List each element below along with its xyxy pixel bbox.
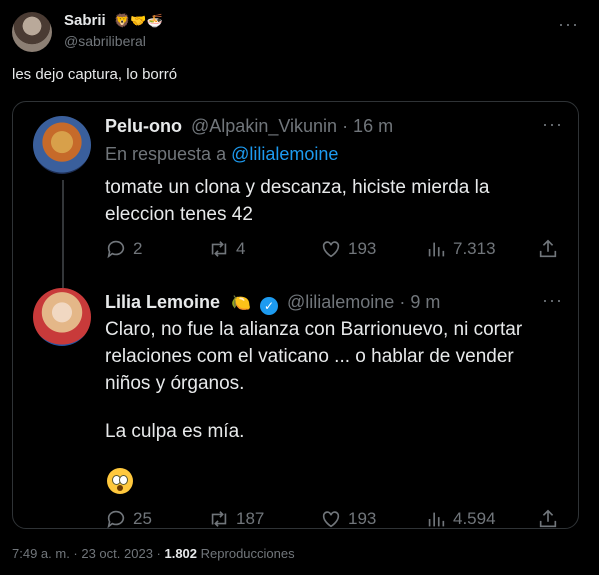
original-body-1: Claro, no fue la alianza con Barrionuevo… — [105, 319, 523, 394]
rolling-eyes-icon — [107, 468, 547, 502]
reply-author-handle[interactable]: @Alpakin_Vikunin — [191, 116, 337, 136]
author-name[interactable]: Sabrii — [64, 12, 106, 29]
retweet-icon — [211, 511, 227, 527]
views-total: 1.802 — [164, 546, 198, 561]
original-body-2: La culpa es mía. — [105, 421, 245, 442]
author-block: Sabrii 🦁🤝🍜 @sabriliberal — [64, 12, 163, 49]
reply-icon — [107, 240, 125, 259]
like-button[interactable]: 193 — [320, 238, 376, 260]
reply-prefix: En respuesta a — [105, 144, 227, 164]
like-icon — [322, 511, 340, 528]
reply-body: tomate un clona y descanza, hiciste mier… — [105, 177, 490, 225]
more-icon[interactable]: ··· — [542, 114, 563, 135]
timestamp[interactable]: 7:49 a. m. · 23 oct. 2023 · — [12, 546, 161, 561]
avatar[interactable] — [12, 12, 52, 52]
views-button[interactable]: 4.594 — [425, 508, 496, 530]
reply-time: · 16 m — [342, 116, 394, 136]
reply-button[interactable]: 2 — [105, 238, 142, 260]
like-count: 193 — [348, 239, 377, 258]
views-icon — [428, 512, 445, 527]
more-icon[interactable]: ··· — [558, 14, 579, 35]
avatar[interactable] — [33, 116, 91, 174]
verified-icon: ✓ — [259, 297, 278, 315]
tweet-footer: 7:49 a. m. · 23 oct. 2023 · 1.802 Reprod… — [12, 546, 295, 561]
original-author-name[interactable]: Lilia Lemoine — [105, 292, 220, 312]
author-handle[interactable]: @sabriliberal — [64, 33, 163, 49]
like-button[interactable]: 193 — [320, 508, 376, 530]
retweet-count: 4 — [236, 239, 246, 258]
retweet-icon — [211, 241, 227, 257]
like-icon — [322, 241, 340, 258]
views-icon — [428, 242, 445, 257]
views-count: 4.594 — [453, 509, 496, 528]
share-button[interactable] — [537, 238, 559, 260]
reply-author-name[interactable]: Pelu-ono — [105, 116, 182, 136]
share-icon — [539, 509, 557, 528]
reply-header: Pelu-ono @Alpakin_Vikunin · 16 m — [105, 116, 393, 137]
original-header: Lilia Lemoine 🍋 ✓ @lilialemoine · 9 m — [105, 292, 440, 315]
reply-context: En respuesta a @lilialemoine — [105, 144, 338, 165]
tweet-text: les dejo captura, lo borró — [12, 66, 178, 83]
reply-count: 2 — [133, 239, 143, 258]
reply-button[interactable]: 25 — [105, 508, 152, 530]
retweet-count: 187 — [236, 509, 265, 528]
retweet-button[interactable]: 4 — [208, 238, 245, 260]
avatar[interactable] — [33, 288, 91, 346]
views-count: 7.313 — [453, 239, 496, 258]
original-actions: 25 187 193 4.594 — [105, 508, 557, 532]
views-label: Reproducciones — [200, 546, 295, 561]
share-icon — [539, 239, 557, 258]
like-count: 193 — [348, 509, 377, 528]
reply-tweet[interactable]: Pelu-ono @Alpakin_Vikunin · 16 m ··· En … — [33, 112, 563, 262]
tweet-header: Sabrii 🦁🤝🍜 @sabriliberal ··· — [12, 10, 587, 54]
reply-actions: 2 4 193 7.313 — [105, 238, 557, 262]
views-button[interactable]: 7.313 — [425, 238, 496, 260]
retweet-button[interactable]: 187 — [208, 508, 264, 530]
name-emoji: 🍋 — [231, 295, 251, 312]
author-emojis: 🦁🤝🍜 — [114, 13, 163, 28]
original-author-handle[interactable]: @lilialemoine — [287, 292, 394, 312]
quoted-thread[interactable]: Pelu-ono @Alpakin_Vikunin · 16 m ··· En … — [12, 101, 579, 529]
reply-count: 25 — [133, 509, 152, 528]
more-icon[interactable]: ··· — [542, 290, 563, 311]
original-time: · 9 m — [399, 292, 441, 312]
reply-icon — [107, 510, 125, 529]
original-tweet[interactable]: Lilia Lemoine 🍋 ✓ @lilialemoine · 9 m ··… — [33, 288, 563, 529]
reply-mention[interactable]: @lilialemoine — [231, 144, 338, 164]
share-button[interactable] — [537, 508, 559, 530]
